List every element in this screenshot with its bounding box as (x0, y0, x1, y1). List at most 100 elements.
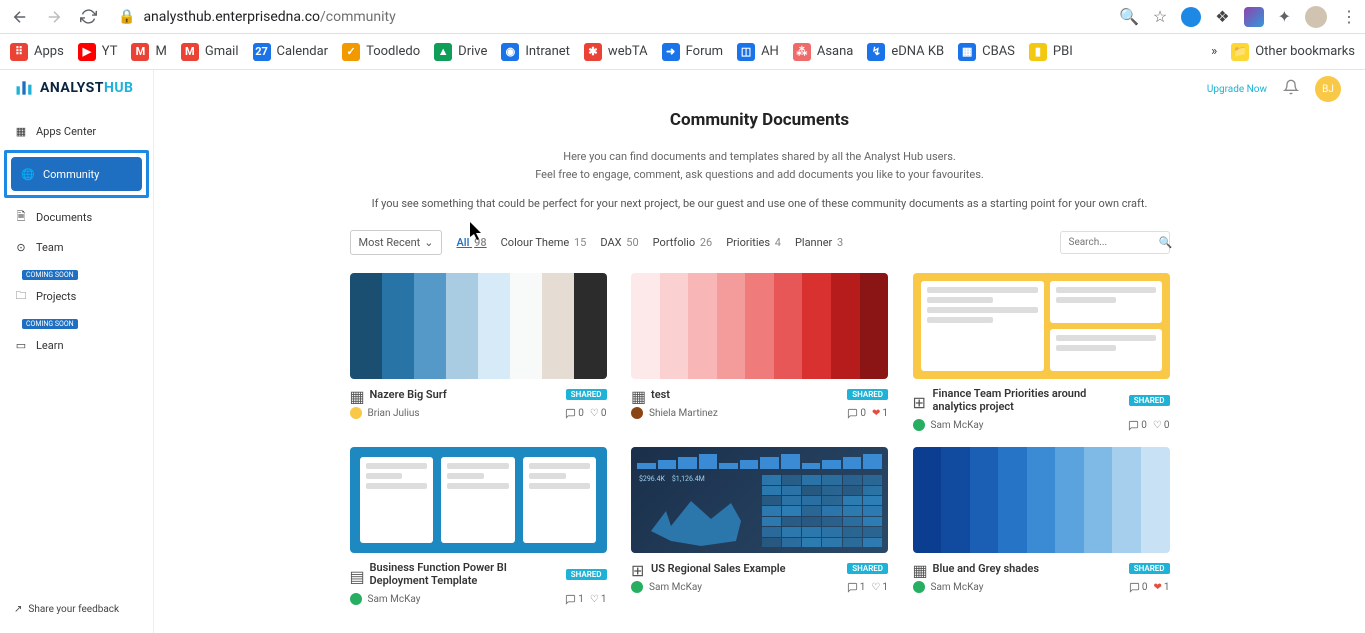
bookmark-gmail[interactable]: MGmail (181, 43, 239, 61)
bookmark-forum[interactable]: ➜Forum (662, 43, 723, 61)
sidebar-item-apps-center[interactable]: ▦Apps Center (0, 116, 153, 146)
filter-colour-theme[interactable]: Colour Theme 15 (501, 236, 587, 249)
comment-count[interactable]: 0 (847, 408, 866, 419)
card-title: Business Function Power BI Deployment Te… (370, 561, 560, 587)
bookmark-label: Drive (458, 44, 487, 59)
search-input[interactable] (1069, 237, 1129, 248)
comment-count[interactable]: 1 (565, 594, 584, 605)
bookmark-icon: ✓ (342, 43, 360, 61)
bookmark-label: Apps (34, 44, 64, 59)
sidebar-item-projects[interactable]: 🗀Projects (0, 281, 153, 311)
shared-badge: SHARED (1129, 395, 1170, 406)
shared-badge: SHARED (566, 389, 607, 400)
bookmarks-overflow[interactable]: » (1211, 44, 1217, 59)
bookmark-label: Gmail (205, 44, 239, 59)
bell-icon[interactable] (1283, 79, 1299, 99)
card[interactable]: ▦ test SHARED Shiela Martinez 0 ❤1 (631, 273, 888, 431)
bookmark-label: webTA (608, 44, 648, 59)
author-name: Sam McKay (368, 594, 560, 605)
other-bookmarks[interactable]: 📁Other bookmarks (1231, 43, 1355, 61)
ext-3[interactable] (1244, 7, 1264, 27)
sidebar-item-learn[interactable]: ▭Learn (0, 330, 153, 360)
address-bar[interactable]: 🔒 analysthub.enterprisedna.co/community (118, 9, 1109, 25)
coming-soon-badge: COMING SOON (22, 270, 78, 280)
app-root: ANALYSTHUB ▦Apps Center 🌐Community 🗎Docume… (0, 70, 1365, 633)
bookmark-label: Forum (686, 44, 723, 59)
bookmark-m[interactable]: MM (131, 43, 166, 61)
bookmark-asana[interactable]: ⁂Asana (793, 43, 854, 61)
comment-count[interactable]: 0 (1129, 582, 1148, 593)
forward-button[interactable] (42, 5, 66, 29)
filter-count: 15 (574, 236, 586, 249)
star-icon[interactable]: ☆ (1153, 7, 1167, 26)
author-avatar (631, 407, 643, 419)
sidebar-item-label: Projects (36, 290, 76, 303)
like-count[interactable]: ♡1 (871, 582, 888, 593)
comment-count[interactable]: 0 (565, 408, 584, 419)
filter-priorities[interactable]: Priorities 4 (726, 236, 781, 249)
back-button[interactable] (8, 5, 32, 29)
bookmark-webta[interactable]: ✱webTA (584, 43, 648, 61)
ext-1[interactable] (1181, 7, 1201, 27)
card-title: US Regional Sales Example (651, 562, 841, 575)
bookmark-yt[interactable]: ▶YT (78, 43, 118, 61)
like-count[interactable]: ❤1 (872, 408, 888, 419)
bookmark-intranet[interactable]: ◉Intranet (501, 43, 570, 61)
sidebar-item-documents[interactable]: 🗎Documents (0, 202, 153, 232)
card[interactable]: ⊞ Finance Team Priorities around analyti… (913, 273, 1170, 431)
card[interactable]: ▦ Blue and Grey shades SHARED Sam McKay … (913, 447, 1170, 605)
sort-button[interactable]: Most Recent ⌄ (350, 230, 443, 255)
profile-pic[interactable] (1305, 6, 1327, 28)
card[interactable]: $296.4K $1,126.4M ⊞ US Regional Sales Ex… (631, 447, 888, 605)
bookmark-cbas[interactable]: ▦CBAS (958, 43, 1015, 61)
bookmark-icon: ▮ (1029, 43, 1047, 61)
bookmark-icon: 27 (253, 43, 271, 61)
menu-icon[interactable]: ⋮ (1341, 7, 1357, 26)
search-box[interactable]: 🔍 (1060, 231, 1170, 254)
filter-dax[interactable]: DAX 50 (600, 236, 638, 249)
card[interactable]: ▤ Business Function Power BI Deployment … (350, 447, 607, 605)
author-name: Brian Julius (368, 408, 560, 419)
sidebar-item-team[interactable]: ⊙Team (0, 232, 153, 262)
main-content: Upgrade Now BJ Community Documents Here … (154, 70, 1365, 633)
logo[interactable]: ANALYSTHUB (0, 78, 153, 112)
ext-2[interactable]: ❖ (1215, 7, 1229, 26)
filter-portfolio[interactable]: Portfolio 26 (653, 236, 713, 249)
bookmark-icon: ▲ (434, 43, 452, 61)
bookmark-calendar[interactable]: 27Calendar (253, 43, 329, 61)
like-count[interactable]: ♡1 (590, 594, 607, 605)
page-content: Community Documents Here you can find do… (350, 70, 1170, 625)
bookmark-edna kb[interactable]: ↯eDNA KB (867, 43, 944, 61)
comment-count[interactable]: 1 (847, 582, 866, 593)
author-avatar (350, 593, 362, 605)
bookmark-label: Asana (817, 44, 854, 59)
bookmark-label: AH (761, 44, 779, 59)
zoom-icon[interactable]: 🔍 (1119, 7, 1139, 26)
extensions-icon[interactable]: ✦ (1278, 7, 1291, 26)
filter-count: 98 (474, 236, 487, 249)
sidebar: ANALYSTHUB ▦Apps Center 🌐Community 🗎Docume… (0, 70, 154, 633)
bookmark-apps[interactable]: ⠿Apps (10, 43, 64, 61)
search-icon: 🔍 (1159, 236, 1173, 249)
bookmark-drive[interactable]: ▲ Drive (434, 43, 487, 61)
bookmark-toodledo[interactable]: ✓Toodledo (342, 43, 420, 61)
like-count[interactable]: ♡0 (1153, 420, 1170, 431)
bookmark-ah[interactable]: ◫AH (737, 43, 779, 61)
sidebar-item-community[interactable]: 🌐Community (4, 150, 149, 198)
upgrade-link[interactable]: Upgrade Now (1207, 84, 1267, 95)
filter-count: 26 (700, 236, 712, 249)
comment-count[interactable]: 0 (1128, 420, 1147, 431)
feedback-link[interactable]: ↗ Share your feedback (14, 604, 139, 615)
reload-button[interactable] (76, 5, 100, 29)
like-count[interactable]: ❤1 (1153, 582, 1169, 593)
coming-soon-badge: COMING SOON (22, 319, 78, 329)
like-count[interactable]: ♡0 (590, 408, 607, 419)
avatar[interactable]: BJ (1315, 76, 1341, 102)
filter-planner[interactable]: Planner 3 (795, 236, 843, 249)
card-title: test (651, 388, 841, 401)
bookmark-pbi[interactable]: ▮PBI (1029, 43, 1073, 61)
page-subtitle-1: Here you can find documents and template… (350, 148, 1170, 166)
filter-all[interactable]: All 98 (456, 236, 486, 249)
globe-icon: 🌐 (21, 167, 35, 181)
card[interactable]: ▦ Nazere Big Surf SHARED Brian Julius 0 … (350, 273, 607, 431)
